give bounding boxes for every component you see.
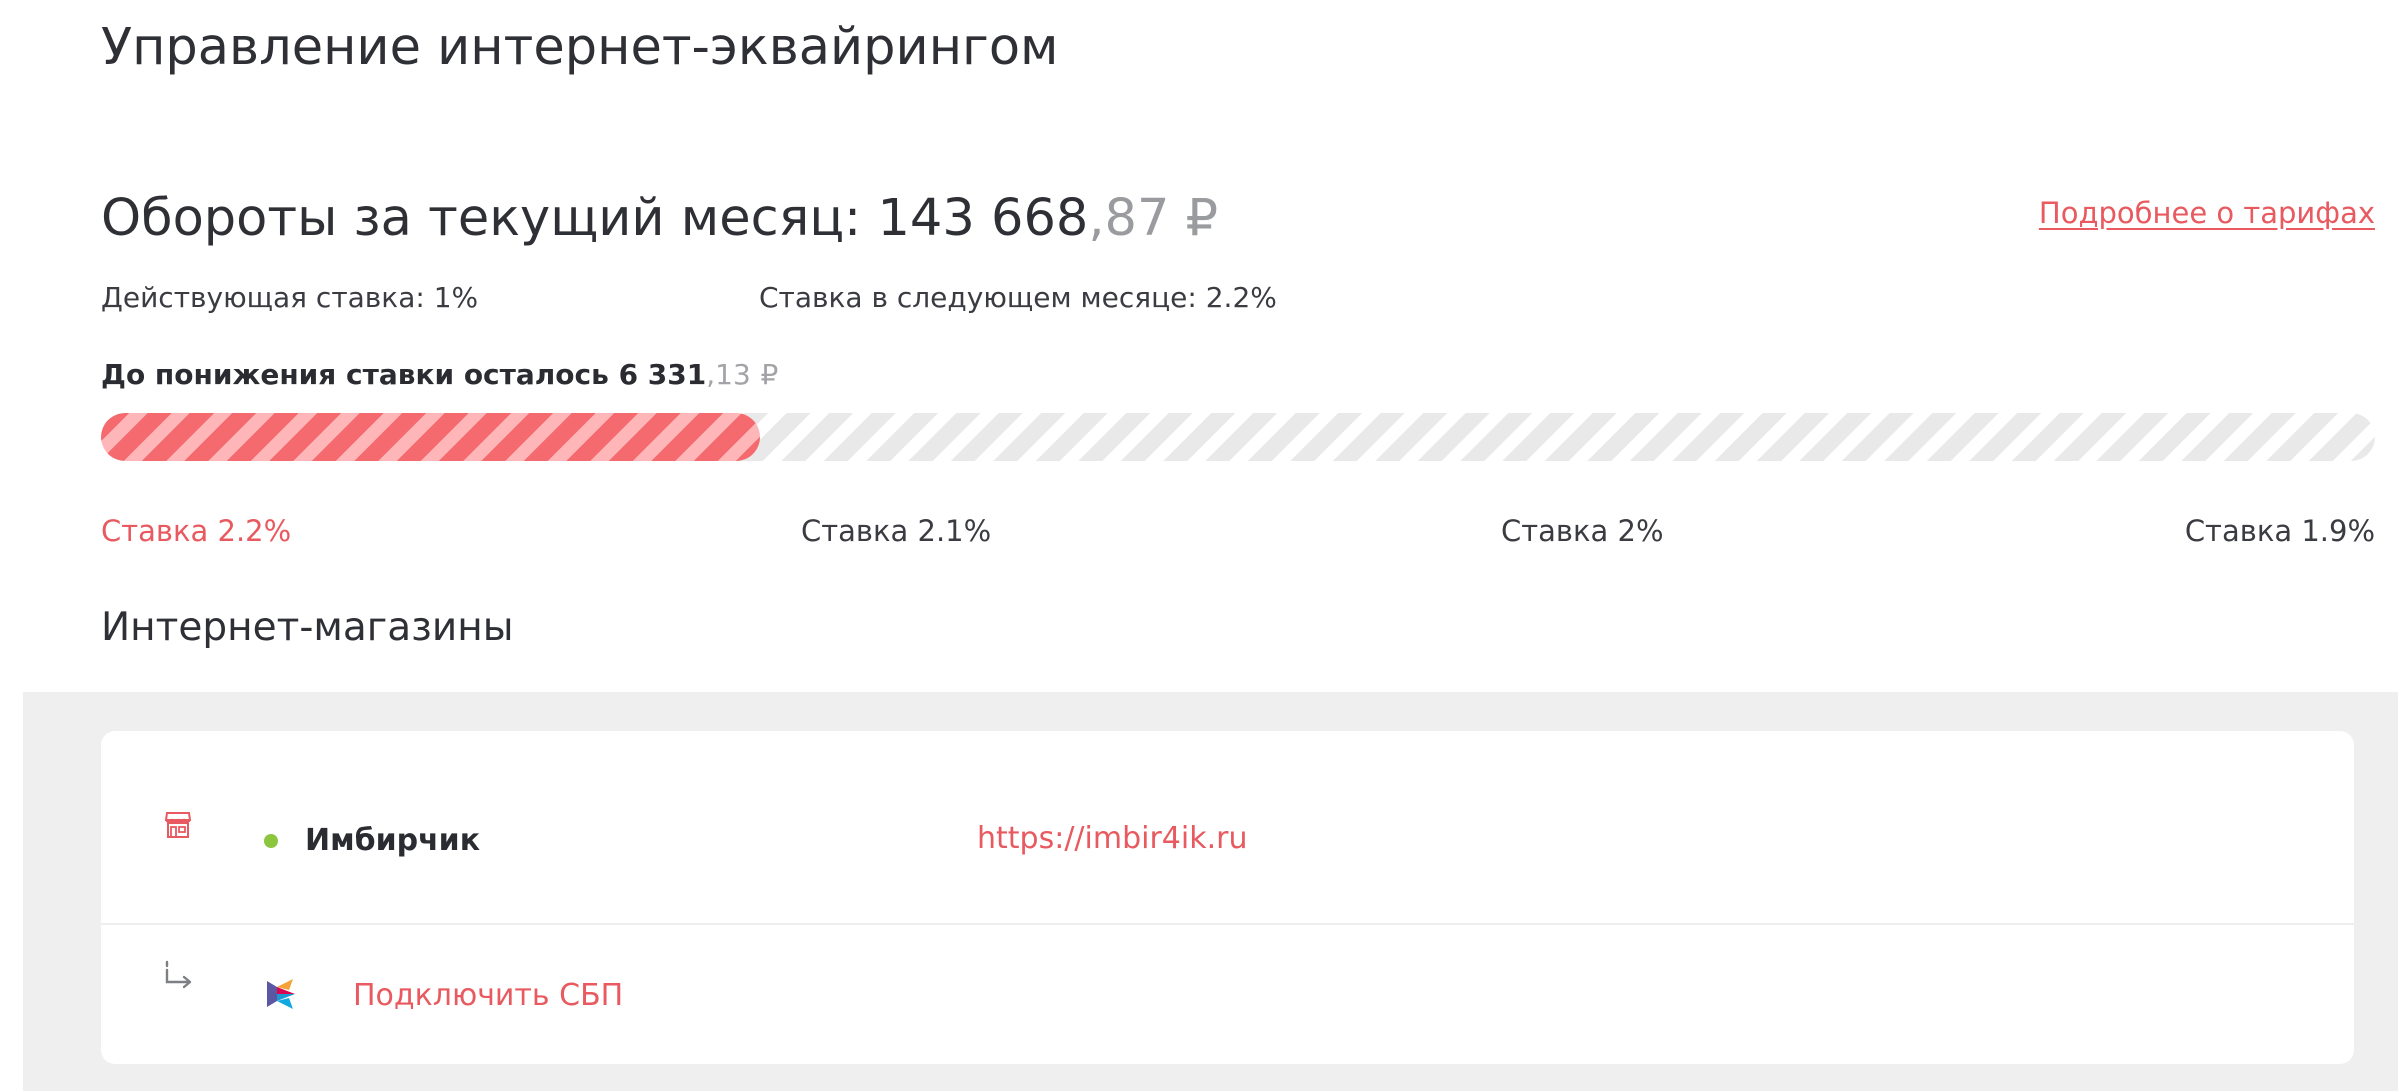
- rate-step-1-9: Ставка 1.9%: [2184, 514, 2375, 548]
- rate-step-2-2: Ставка 2.2%: [101, 514, 292, 548]
- sbp-logo-icon: [265, 977, 297, 1011]
- turnover-label: Обороты за текущий месяц:: [101, 189, 862, 248]
- connect-sbp-link[interactable]: Подключить СБП: [353, 974, 623, 1018]
- turnover-amount: 143 668: [877, 189, 1089, 248]
- remaining-currency: ₽: [760, 358, 779, 391]
- rate-step-2-1: Ставка 2.1%: [801, 514, 992, 548]
- turnover-cents: ,87: [1088, 189, 1170, 248]
- shop-url-link[interactable]: https://imbir4ik.ru: [977, 817, 1247, 861]
- storefront-icon: [164, 811, 192, 839]
- rate-progress-fill: [101, 413, 761, 461]
- shop-name: Имбирчик: [305, 823, 481, 858]
- remaining-cents: ,13: [706, 358, 751, 391]
- branch-arrow-icon: [161, 960, 195, 992]
- currency-symbol: ₽: [1185, 189, 1219, 248]
- tariffs-link[interactable]: Подробнее о тарифах: [2039, 191, 2375, 235]
- shop-card: Имбирчик https://imbir4ik.ru Подключить …: [101, 731, 2354, 1064]
- remaining-amount: 6 331: [618, 358, 707, 391]
- status-dot: [264, 834, 278, 848]
- remaining-to-lower-rate: До понижения ставки осталось 6 331,13 ₽: [101, 355, 778, 395]
- next-month-rate: Ставка в следующем месяце: 2.2%: [759, 281, 1277, 314]
- shops-section-title: Интернет-магазины: [101, 605, 514, 650]
- remaining-label: До понижения ставки осталось: [101, 358, 609, 391]
- rate-progress-bar: [101, 413, 2375, 461]
- page-title: Управление интернет-эквайрингом: [101, 18, 1059, 77]
- turnover-summary: Обороты за текущий месяц: 143 668,87 ₽: [101, 183, 1218, 255]
- rate-step-2: Ставка 2%: [1501, 514, 1664, 548]
- current-rate: Действующая ставка: 1%: [101, 281, 479, 314]
- card-divider: [101, 923, 2354, 925]
